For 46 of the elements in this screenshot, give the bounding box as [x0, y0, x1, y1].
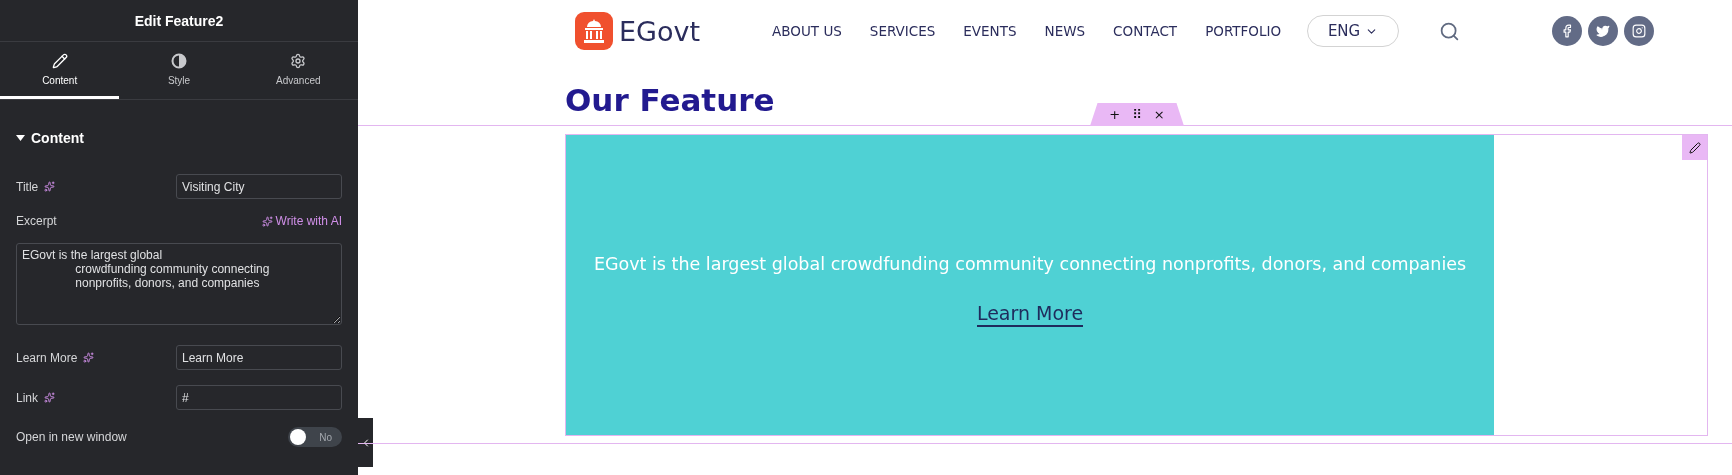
sparkle-icon — [261, 215, 273, 227]
field-label: Excerpt — [16, 214, 57, 228]
twitter-icon — [1596, 24, 1611, 38]
text-field[interactable]: Visiting City — [176, 174, 342, 199]
section-heading: Our Feature — [565, 81, 775, 120]
instagram-icon — [1632, 24, 1647, 38]
edit-button[interactable] — [1682, 135, 1707, 160]
field-label: Open in new window — [16, 430, 127, 444]
nav-link[interactable]: NEWS — [1044, 23, 1086, 39]
nav-link[interactable]: PORTFOLIO — [1205, 23, 1282, 39]
toggle-switch[interactable]: No — [288, 427, 342, 447]
logo-text: EGovt — [619, 15, 701, 47]
collapse-button[interactable] — [358, 418, 373, 467]
text-field[interactable]: Learn More — [176, 345, 342, 370]
field-label: Learn More — [16, 350, 78, 365]
nav-link[interactable]: EVENTS — [963, 23, 1017, 39]
feature-text: EGovt is the largest global crowdfunding community connecting nonprofits, donors, and companies — [593, 253, 1467, 274]
search-button[interactable] — [1439, 20, 1461, 42]
social-button[interactable] — [1588, 16, 1619, 46]
section-header[interactable]: Content — [16, 130, 342, 146]
social-button[interactable] — [1624, 16, 1655, 46]
language-dropdown[interactable]: ENG — [1307, 15, 1400, 47]
contrast-icon — [171, 52, 187, 69]
social-button[interactable] — [1552, 16, 1583, 46]
panel-title: Edit Feature2 — [0, 0, 358, 42]
nav-link[interactable]: SERVICES — [869, 23, 936, 39]
pencil-icon — [51, 52, 68, 69]
excerpt-field[interactable]: EGovt is the largest global crowdfunding community connecting nonprofits, donors, and companies — [16, 243, 342, 325]
settings-icon — [290, 52, 307, 69]
toolbar-button[interactable]: ⠿ — [1132, 107, 1142, 122]
toolbar-button[interactable]: × — [1153, 107, 1165, 122]
panel-tab[interactable]: Content — [0, 42, 120, 99]
panel-tab[interactable]: Advanced — [238, 42, 358, 99]
text-field[interactable]: # — [176, 385, 342, 410]
capitol-icon — [575, 12, 613, 50]
field-label: Title — [16, 179, 39, 194]
search-icon — [1439, 20, 1461, 42]
nav-link[interactable]: ABOUT US — [772, 23, 842, 39]
pen-icon — [1688, 141, 1701, 154]
caret-icon — [16, 135, 25, 141]
panel-tab[interactable]: Style — [119, 42, 239, 99]
nav-link[interactable]: CONTACT — [1113, 23, 1178, 39]
field-label: Link — [16, 390, 38, 405]
toolbar-button[interactable]: + — [1109, 107, 1121, 122]
learn-more-link[interactable]: Learn More — [976, 301, 1084, 327]
write-with-ai-link[interactable]: Write with AI — [261, 214, 342, 228]
